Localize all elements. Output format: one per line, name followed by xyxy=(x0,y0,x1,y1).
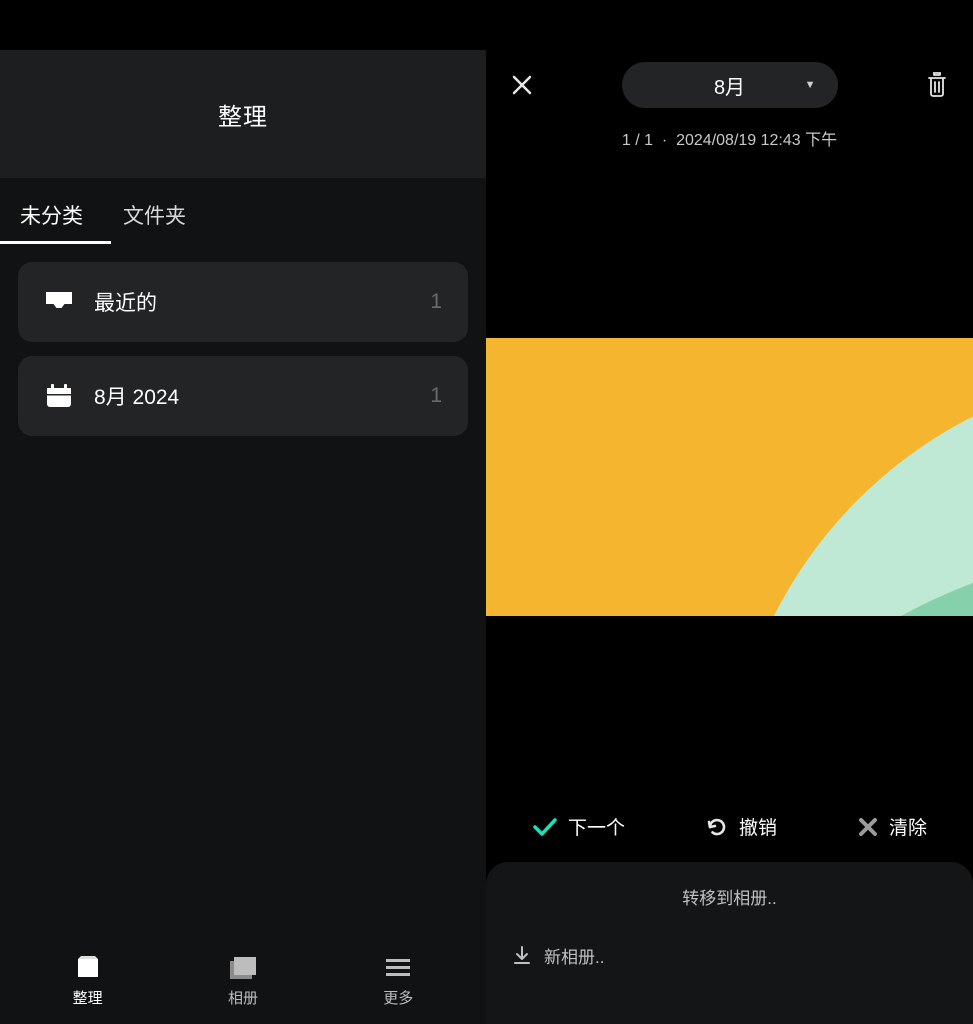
position-indicator: 1 / 1 xyxy=(622,132,653,149)
download-icon xyxy=(512,945,532,967)
folder-label: 最近的 xyxy=(94,287,430,317)
right-topbar: 8月 ▼ xyxy=(486,50,973,120)
tab-unsorted[interactable]: 未分类 xyxy=(20,200,83,244)
next-button[interactable]: 下一个 xyxy=(532,813,625,840)
nav-albums[interactable]: 相册 xyxy=(198,955,288,1008)
preview-shape xyxy=(726,368,973,616)
timestamp: 2024/08/19 12:43 下午 xyxy=(676,132,837,149)
undo-icon xyxy=(705,815,729,839)
close-button[interactable] xyxy=(504,67,540,103)
meta-separator: · xyxy=(662,132,667,149)
folder-item-month[interactable]: 8月 2024 1 xyxy=(18,356,468,436)
nav-label: 更多 xyxy=(383,987,413,1008)
close-icon xyxy=(511,74,533,96)
transfer-panel: 转移到相册.. 新相册.. xyxy=(486,862,973,1024)
more-icon xyxy=(385,955,411,981)
nav-label: 整理 xyxy=(73,987,103,1008)
month-dropdown[interactable]: 8月 ▼ xyxy=(622,62,838,108)
organize-icon xyxy=(75,955,101,981)
month-label: 8月 xyxy=(714,71,745,100)
new-album-button[interactable]: 新相册.. xyxy=(512,943,947,968)
folder-count: 1 xyxy=(430,384,442,408)
nav-organize[interactable]: 整理 xyxy=(43,955,133,1008)
check-icon xyxy=(532,816,558,838)
right-panel: 8月 ▼ 1 / 1 · 2024/08/19 12:43 下午 xyxy=(486,0,973,1024)
delete-button[interactable] xyxy=(919,67,955,103)
clear-button[interactable]: 清除 xyxy=(857,813,927,840)
page-title: 整理 xyxy=(218,97,268,132)
folder-count: 1 xyxy=(430,290,442,314)
tabs: 未分类 文件夹 xyxy=(0,178,486,244)
transfer-title: 转移到相册.. xyxy=(512,884,947,909)
action-row: 下一个 撤销 清除 xyxy=(486,803,973,862)
tab-folders[interactable]: 文件夹 xyxy=(123,200,186,244)
inbox-icon xyxy=(44,287,74,317)
bottom-nav: 整理 相册 更多 xyxy=(0,944,486,1024)
folder-list: 最近的 1 8月 2024 1 xyxy=(0,244,486,436)
trash-icon xyxy=(926,72,948,98)
preview-area xyxy=(486,150,973,803)
nav-label: 相册 xyxy=(228,987,258,1008)
folder-item-recent[interactable]: 最近的 1 xyxy=(18,262,468,342)
undo-button[interactable]: 撤销 xyxy=(705,813,777,840)
new-album-label: 新相册.. xyxy=(544,943,604,968)
status-bar-spacer xyxy=(0,0,486,50)
chevron-down-icon: ▼ xyxy=(805,79,816,91)
photo-preview[interactable] xyxy=(486,338,973,616)
action-label: 撤销 xyxy=(739,813,777,840)
left-panel: 整理 未分类 文件夹 最近的 1 xyxy=(0,0,486,1024)
action-label: 清除 xyxy=(889,813,927,840)
left-header: 整理 xyxy=(0,50,486,178)
nav-more[interactable]: 更多 xyxy=(353,955,443,1008)
albums-icon xyxy=(230,955,256,981)
photo-meta: 1 / 1 · 2024/08/19 12:43 下午 xyxy=(486,126,973,150)
action-label: 下一个 xyxy=(568,813,625,840)
folder-label: 8月 2024 xyxy=(94,381,430,411)
calendar-icon xyxy=(44,381,74,411)
x-icon xyxy=(857,816,879,838)
